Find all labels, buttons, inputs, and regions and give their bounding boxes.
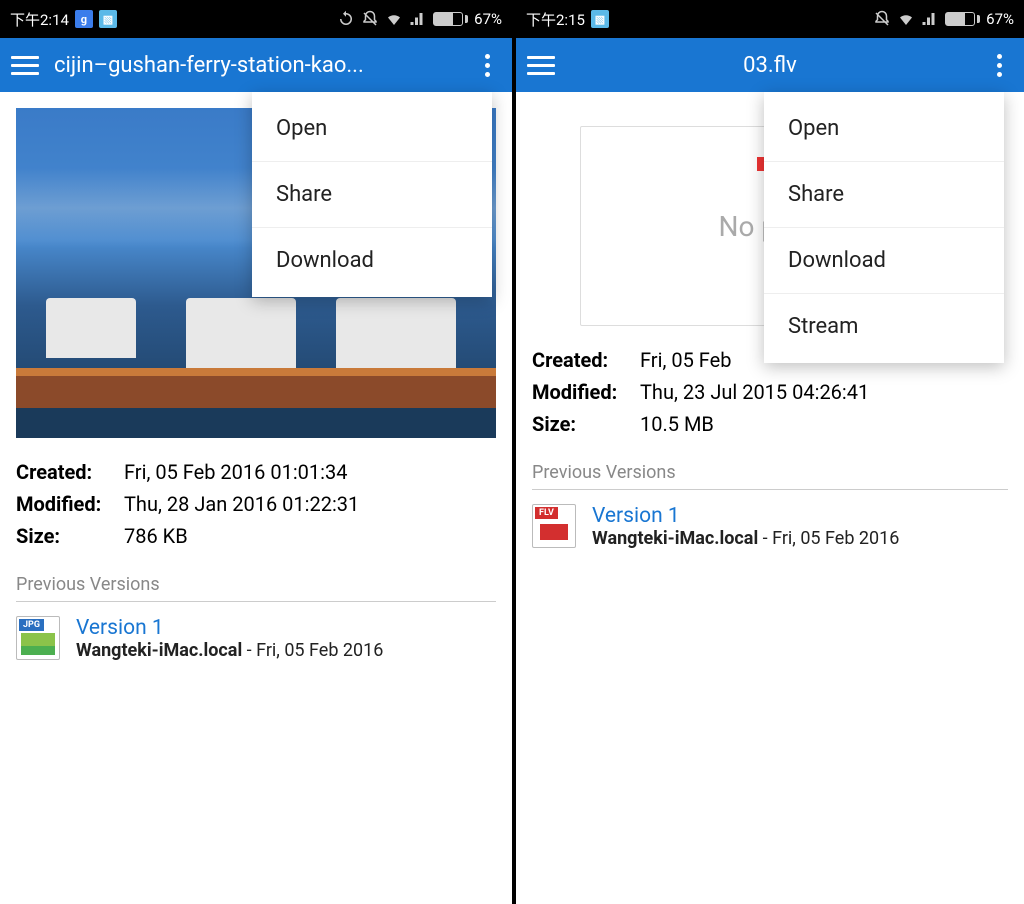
signal-icon [921,10,939,28]
modified-label: Modified: [16,488,116,520]
menu-download[interactable]: Download [252,228,492,293]
version-meta: Wangteki-iMac.local - Fri, 05 Feb 2016 [76,640,383,661]
overflow-menu-button[interactable] [470,54,504,77]
battery-icon [945,12,980,26]
app-bar: cijin–gushan-ferry-station-kao... [0,38,512,92]
size-value: 10.5 MB [640,408,1008,440]
app-bar: 03.flv [516,38,1024,92]
version-item[interactable]: Version 1 Wangteki-iMac.local - Fri, 05 … [532,504,1008,549]
version-name: Version 1 [76,616,383,640]
mute-icon [361,10,379,28]
wifi-icon [897,10,915,28]
flv-file-icon [532,504,576,548]
wifi-icon [385,10,403,28]
size-label: Size: [16,520,116,552]
menu-download[interactable]: Download [764,228,1004,294]
google-icon: g [75,10,93,28]
modified-value: Thu, 28 Jan 2016 01:22:31 [124,488,496,520]
previous-versions-title: Previous Versions [16,574,496,602]
menu-share[interactable]: Share [764,162,1004,228]
version-meta: Wangteki-iMac.local - Fri, 05 Feb 2016 [592,528,899,549]
screen-left: 下午2:14 g ▧ 67% cijin–gushan-ferry-statio… [0,0,512,904]
created-label: Created: [532,344,632,376]
battery-icon [433,12,468,26]
modified-label: Modified: [532,376,632,408]
overflow-menu: Open Share Download Stream [764,92,1004,363]
created-label: Created: [16,456,116,488]
metadata-block: Created: Fri, 05 Feb 2016 01:01:34 Modif… [16,456,496,552]
battery-percent: 67% [474,10,502,28]
battery-percent: 67% [986,10,1014,28]
menu-open[interactable]: Open [764,96,1004,162]
modified-value: Thu, 23 Jul 2015 04:26:41 [640,376,1008,408]
mute-icon [873,10,891,28]
photo-icon: ▧ [99,10,117,28]
status-bar: 下午2:14 g ▧ 67% [0,0,512,38]
menu-stream[interactable]: Stream [764,294,1004,359]
menu-icon[interactable] [8,56,42,75]
overflow-menu-button[interactable] [982,54,1016,77]
version-name: Version 1 [592,504,899,528]
status-bar: 下午2:15 ▧ 67% [516,0,1024,38]
photo-icon: ▧ [591,10,609,28]
overflow-menu: Open Share Download [252,92,492,297]
version-item[interactable]: Version 1 Wangteki-iMac.local - Fri, 05 … [16,616,496,661]
menu-icon[interactable] [524,56,558,75]
size-label: Size: [532,408,632,440]
size-value: 786 KB [124,520,496,552]
sync-icon [337,10,355,28]
signal-icon [409,10,427,28]
page-title: 03.flv [570,53,970,78]
status-time: 下午2:14 [10,9,69,30]
jpg-file-icon [16,616,60,660]
status-time: 下午2:15 [526,9,585,30]
menu-open[interactable]: Open [252,96,492,162]
menu-share[interactable]: Share [252,162,492,228]
page-title: cijin–gushan-ferry-station-kao... [54,53,458,78]
created-value: Fri, 05 Feb 2016 01:01:34 [124,456,496,488]
previous-versions-title: Previous Versions [532,462,1008,490]
screen-right: 下午2:15 ▧ 67% 03.flv No previ [512,0,1024,904]
